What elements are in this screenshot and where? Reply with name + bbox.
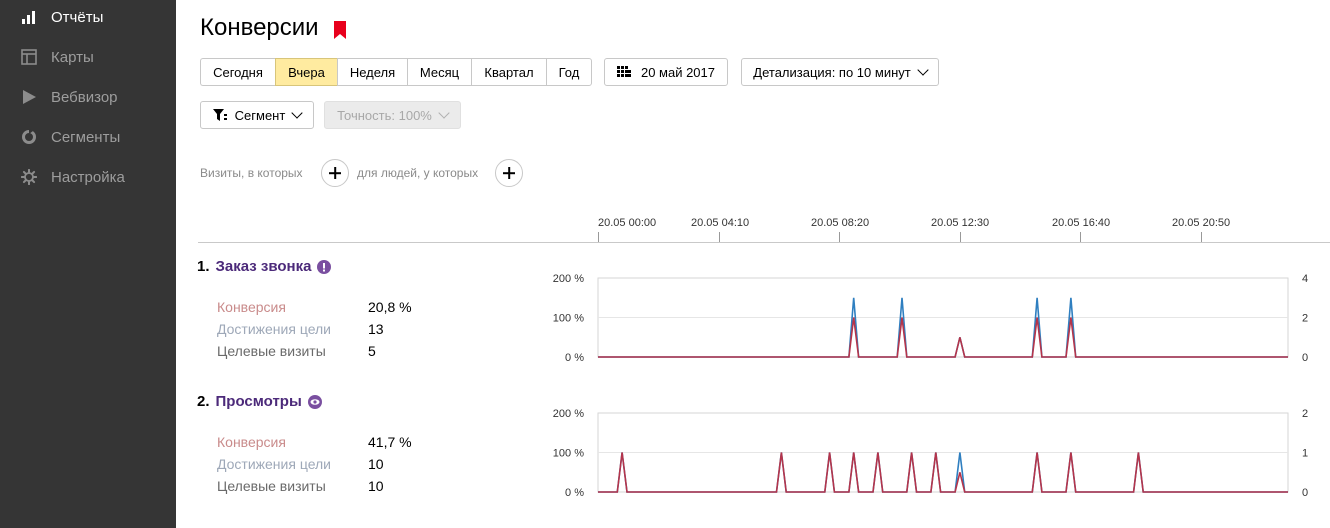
metric-label: Целевые визиты	[217, 343, 326, 359]
sidebar-item-label: Вебвизор	[51, 88, 118, 106]
metric-label: Целевые визиты	[217, 478, 326, 494]
metric-value: 20,8 %	[368, 299, 412, 315]
y-tick-label-left: 200 %	[553, 273, 584, 285]
y-tick-label-right: 4	[1302, 273, 1308, 285]
add-visits-condition-button[interactable]	[321, 159, 349, 187]
metric-label: Конверсия	[217, 299, 286, 315]
y-tick-label-right: 2	[1302, 408, 1308, 420]
time-label: 20.05 08:20	[811, 217, 870, 229]
detail-dropdown[interactable]: Детализация: по 10 минут	[741, 58, 939, 86]
metric-value: 41,7 %	[368, 434, 412, 450]
metric-label: Достижения цели	[217, 456, 332, 472]
segment-label: Сегмент	[234, 107, 286, 123]
time-tick	[598, 232, 599, 242]
goal-chart: 200 % 100 % 0 % 2 1 0	[540, 403, 1330, 513]
map-layout-icon	[21, 49, 37, 65]
sidebar-item-maps[interactable]: Карты	[0, 37, 176, 77]
sidebar-item-label: Настройка	[51, 168, 125, 186]
y-tick-label-right: 2	[1302, 313, 1308, 325]
period-month-button[interactable]: Месяц	[407, 58, 471, 86]
metric-value: 5	[368, 343, 376, 359]
sidebar-item-label: Сегменты	[51, 128, 121, 146]
metric-value: 13	[368, 321, 384, 337]
y-tick-label-left: 0 %	[565, 352, 584, 364]
date-picker-button[interactable]: 20 май 2017	[604, 58, 728, 86]
chevron-down-icon	[917, 64, 929, 76]
goal-index: 1.	[197, 258, 210, 275]
time-tick	[960, 232, 961, 242]
gear-icon	[21, 169, 37, 185]
y-tick-label-left: 100 %	[553, 313, 584, 325]
add-people-condition-button[interactable]	[495, 159, 523, 187]
y-tick-label-left: 100 %	[553, 448, 584, 460]
sidebar: Отчёты Карты Вебвизор Сегменты Настройка	[0, 0, 176, 528]
exclamation-circle-icon	[317, 259, 332, 274]
metric-value: 10	[368, 456, 384, 472]
y-tick-label-right: 0	[1302, 352, 1308, 364]
metric-label: Конверсия	[217, 434, 286, 450]
y-tick-label-left: 0 %	[565, 487, 584, 499]
y-tick-label-left: 200 %	[553, 408, 584, 420]
sidebar-item-segments[interactable]: Сегменты	[0, 117, 176, 157]
bookmark-icon[interactable]	[334, 21, 346, 39]
series-line	[598, 452, 1288, 493]
goal-name-link[interactable]: Просмотры	[216, 393, 302, 410]
goal-chart-svg: 200 % 100 % 0 % 2 1 0	[553, 408, 1308, 499]
time-label: 20.05 20:50	[1172, 217, 1231, 229]
y-tick-label-right: 1	[1302, 448, 1308, 460]
period-today-button[interactable]: Сегодня	[200, 58, 275, 86]
page-title: Конверсии	[200, 14, 319, 41]
sidebar-item-label: Отчёты	[51, 8, 104, 26]
series-line	[598, 317, 1288, 358]
accuracy-dropdown[interactable]: Точность: 100%	[324, 101, 461, 129]
period-year-button[interactable]: Год	[546, 58, 592, 86]
time-label: 20.05 04:10	[691, 217, 750, 229]
series-line	[598, 297, 1288, 358]
chevron-down-icon	[438, 107, 450, 119]
goal-title: 1. Заказ звонка	[197, 258, 332, 275]
calendar-icon	[616, 66, 631, 77]
y-tick-label-right: 0	[1302, 487, 1308, 499]
period-week-button[interactable]: Неделя	[337, 58, 407, 86]
time-label: 20.05 00:00	[598, 217, 657, 229]
play-icon	[23, 90, 36, 104]
time-tick	[1080, 232, 1081, 242]
segment-dropdown[interactable]: Сегмент	[200, 101, 314, 129]
eye-icon	[307, 394, 322, 409]
funnel-icon	[212, 109, 227, 121]
goal-name-link[interactable]: Заказ звонка	[216, 258, 312, 275]
goal-index: 2.	[197, 393, 210, 410]
pie-segment-icon	[22, 129, 36, 144]
time-label: 20.05 16:40	[1052, 217, 1111, 229]
goal-chart: 200 % 100 % 0 % 4 2 0	[540, 268, 1330, 378]
metric-value: 10	[368, 478, 384, 494]
sidebar-item-webvisor[interactable]: Вебвизор	[0, 77, 176, 117]
detail-label: Детализация: по 10 минут	[753, 64, 911, 80]
sidebar-item-reports[interactable]: Отчёты	[0, 0, 176, 37]
time-tick	[1201, 232, 1202, 242]
period-quarter-button[interactable]: Квартал	[471, 58, 546, 86]
period-yesterday-button[interactable]: Вчера	[275, 58, 337, 86]
time-tick	[839, 232, 840, 242]
time-label: 20.05 12:30	[931, 217, 990, 229]
sidebar-item-settings[interactable]: Настройка	[0, 157, 176, 197]
date-label: 20 май 2017	[640, 64, 716, 80]
time-tick	[719, 232, 720, 242]
goal-title: 2. Просмотры	[197, 393, 322, 410]
people-filter-label: для людей, у которых	[357, 166, 479, 180]
accuracy-label: Точность: 100%	[337, 107, 432, 123]
metric-label: Достижения цели	[217, 321, 332, 337]
timeline-axis	[198, 242, 1330, 243]
chevron-down-icon	[291, 107, 303, 119]
visits-filter-label: Визиты, в которых	[200, 166, 303, 180]
goal-chart-svg: 200 % 100 % 0 % 4 2 0	[553, 273, 1308, 364]
bar-chart-icon	[22, 11, 35, 24]
series-line	[598, 452, 1288, 493]
sidebar-item-label: Карты	[51, 48, 94, 66]
